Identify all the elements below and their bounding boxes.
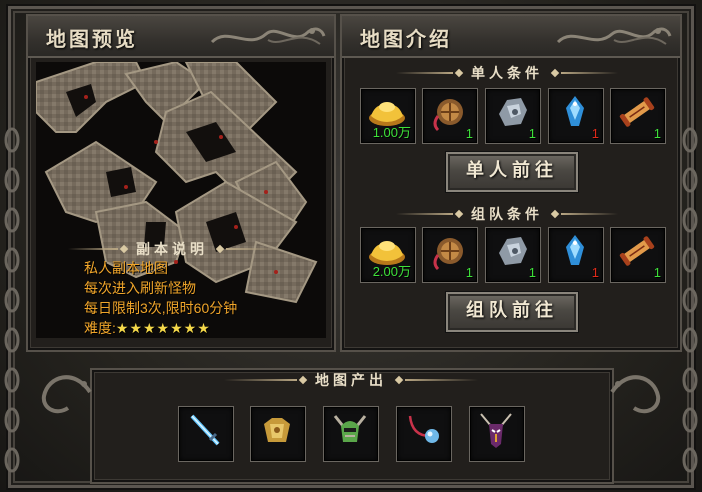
left-dragon-ornament-icon bbox=[41, 375, 92, 414]
solo-item-slot[interactable]: 1 bbox=[485, 88, 541, 144]
item-count: 2.00万 bbox=[372, 264, 411, 279]
left-chain-decoration bbox=[4, 127, 20, 473]
map-drops-header: 地图产出 bbox=[224, 369, 478, 391]
team-go-button[interactable]: 组队前往 bbox=[446, 292, 578, 332]
solo-item-slot[interactable]: 1 bbox=[610, 88, 666, 144]
solo-conditions-title: 单人条件 bbox=[471, 66, 543, 82]
drop-item-slot[interactable] bbox=[396, 406, 452, 462]
team-item-slot[interactable]: 1 bbox=[548, 227, 604, 283]
item-count: 1 bbox=[528, 265, 536, 280]
right-dragon-ornament-icon bbox=[610, 375, 661, 414]
drop-item-slot[interactable] bbox=[323, 406, 379, 462]
item-count: 1 bbox=[465, 126, 473, 141]
item-count: 1 bbox=[465, 265, 473, 280]
map-intro-title-bar: 地图介绍 bbox=[342, 16, 680, 58]
map-drops-title: 地图产出 bbox=[315, 373, 387, 389]
item-count: 1.00万 bbox=[372, 125, 411, 140]
team-conditions-title: 组队条件 bbox=[471, 207, 543, 223]
solo-item-slot[interactable]: 1.00万 bbox=[360, 88, 416, 144]
map-description: 私人副本地图 每次进入刷新怪物 每日限制3次,限时60分钟 难度:★★★★★★★ bbox=[84, 258, 237, 338]
desc-line-1: 私人副本地图 bbox=[84, 260, 168, 276]
drop-item-slot[interactable] bbox=[178, 406, 234, 462]
dragon-ornament-icon bbox=[210, 27, 326, 45]
desc-line-3: 每日限制3次,限时60分钟 bbox=[84, 300, 238, 316]
solo-item-slot[interactable]: 1 bbox=[548, 88, 604, 144]
team-item-slot[interactable]: 1 bbox=[610, 227, 666, 283]
map-preview-title: 地图预览 bbox=[46, 27, 138, 51]
map-desc-header: 副本说明 bbox=[68, 238, 276, 260]
drop-item-slot[interactable] bbox=[469, 406, 525, 462]
dungeon-info-window: { "preview": { "title": "地图预览", "desc_ti… bbox=[0, 0, 702, 492]
team-conditions-header: 组队条件 bbox=[396, 203, 618, 225]
solo-go-button[interactable]: 单人前往 bbox=[446, 152, 578, 192]
item-count: 1 bbox=[653, 126, 661, 141]
item-count: 1 bbox=[591, 126, 599, 141]
difficulty-stars: ★★★★★★★ bbox=[115, 320, 211, 336]
solo-conditions-header: 单人条件 bbox=[396, 62, 618, 84]
difficulty-row: 难度:★★★★★★★ bbox=[84, 318, 237, 338]
item-count: 1 bbox=[591, 265, 599, 280]
team-item-slot[interactable]: 1 bbox=[422, 227, 478, 283]
team-item-slot[interactable]: 2.00万 bbox=[360, 227, 416, 283]
team-item-slot[interactable]: 1 bbox=[485, 227, 541, 283]
item-count: 1 bbox=[528, 126, 536, 141]
map-preview-title-bar: 地图预览 bbox=[28, 16, 334, 58]
item-count: 1 bbox=[653, 265, 661, 280]
dragon-ornament-icon bbox=[556, 27, 672, 45]
solo-item-slot[interactable]: 1 bbox=[422, 88, 478, 144]
drop-item-slot[interactable] bbox=[250, 406, 306, 462]
map-intro-title: 地图介绍 bbox=[360, 27, 452, 51]
difficulty-label: 难度: bbox=[84, 320, 116, 336]
desc-line-2: 每次进入刷新怪物 bbox=[84, 280, 196, 296]
map-desc-title: 副本说明 bbox=[136, 242, 208, 258]
